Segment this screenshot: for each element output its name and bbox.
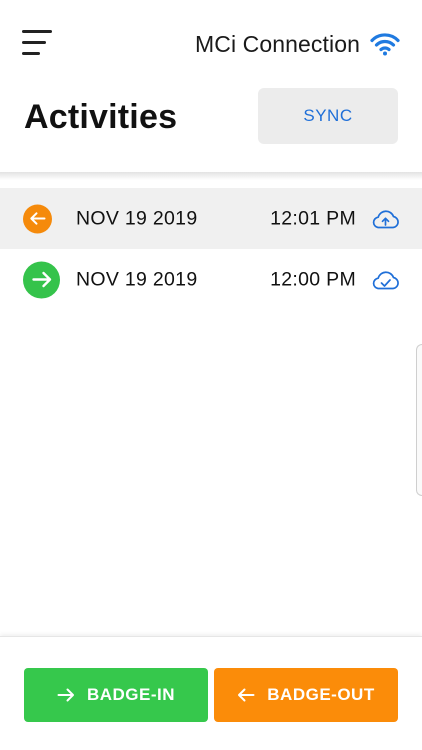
connection-status: MCi Connection [195, 30, 400, 58]
cloud-check-icon [372, 270, 399, 289]
activity-time: 12:00 PM [270, 268, 356, 290]
badge-in-label: BADGE-IN [86, 685, 176, 704]
menu-line [22, 52, 40, 55]
top-bar: MCi Connection [0, 0, 422, 86]
activity-time: 12:01 PM [270, 207, 356, 229]
badge-out-button[interactable]: BADGE-OUT [214, 668, 398, 722]
menu-line [22, 30, 52, 33]
arrow-right-icon [57, 688, 74, 702]
arrow-right-icon [23, 261, 60, 298]
scroll-handle[interactable] [416, 344, 422, 496]
menu-line [22, 41, 46, 44]
wifi-icon [370, 33, 400, 56]
activity-list: NOV 19 2019 12:01 PM NOV 19 2019 12:00 P… [0, 188, 422, 310]
sync-button[interactable]: SYNC [258, 88, 398, 144]
page-title: Activities [24, 98, 178, 136]
badge-in-button[interactable]: BADGE-IN [24, 668, 208, 722]
activity-date: NOV 19 2019 [76, 268, 198, 290]
badge-out-label: BADGE-OUT [267, 685, 375, 704]
hamburger-menu-icon[interactable] [22, 30, 54, 56]
header-divider [0, 172, 422, 180]
footer-bar: BADGE-IN BADGE-OUT [0, 636, 422, 750]
activity-row[interactable]: NOV 19 2019 12:01 PM [0, 188, 422, 249]
connection-label: MCi Connection [194, 30, 360, 57]
cloud-upload-icon [372, 209, 399, 228]
arrow-left-icon [238, 688, 255, 702]
page-header: Activities SYNC [0, 86, 422, 174]
arrow-left-icon [23, 204, 52, 233]
activity-date: NOV 19 2019 [76, 207, 198, 229]
activity-row[interactable]: NOV 19 2019 12:00 PM [0, 249, 422, 310]
